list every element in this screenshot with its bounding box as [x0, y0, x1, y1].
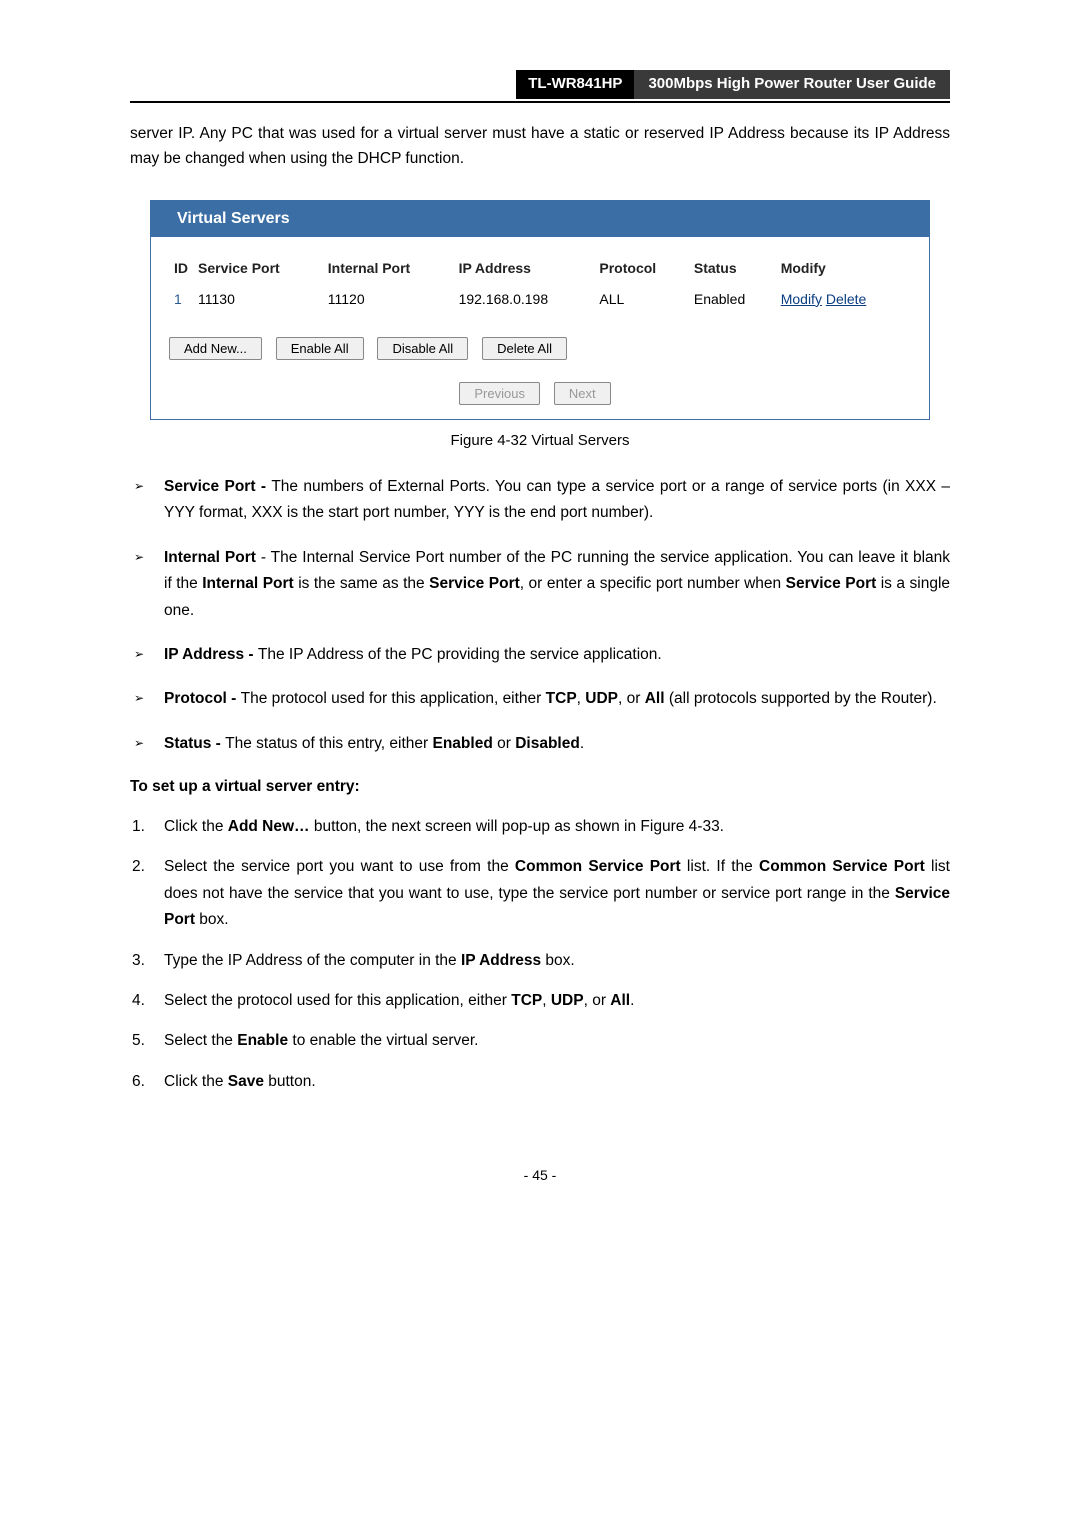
previous-button[interactable]: Previous: [459, 382, 540, 405]
add-new-button[interactable]: Add New...: [169, 337, 262, 360]
header-guide-title: 300Mbps High Power Router User Guide: [634, 70, 950, 99]
col-modify: Modify: [776, 253, 911, 284]
figure-caption: Figure 4-32 Virtual Servers: [130, 430, 950, 453]
term-label: IP Address -: [164, 646, 258, 663]
page-number: - 45 -: [130, 1165, 950, 1186]
steps-list: Click the Add New… button, the next scre…: [130, 814, 950, 1095]
col-id: ID: [169, 253, 193, 284]
nav-button-row: Previous Next: [169, 382, 911, 405]
page-header: TL-WR841HP 300Mbps High Power Router Use…: [130, 70, 950, 103]
term-label: Internal Port: [164, 549, 256, 566]
enable-all-button[interactable]: Enable All: [276, 337, 364, 360]
cell-index: 1: [169, 284, 193, 315]
step-3: Type the IP Address of the computer in t…: [130, 948, 950, 974]
cell-status: Enabled: [689, 284, 776, 315]
step-4: Select the protocol used for this applic…: [130, 988, 950, 1014]
virtual-servers-table: ID Service Port Internal Port IP Address…: [169, 253, 911, 315]
term-label: Protocol -: [164, 690, 241, 707]
cell-internal-port: 11120: [323, 284, 454, 315]
cell-modify: Modify Delete: [776, 284, 911, 315]
col-internal-port: Internal Port: [323, 253, 454, 284]
step-5: Select the Enable to enable the virtual …: [130, 1028, 950, 1054]
cell-service-port: 11130: [193, 284, 323, 315]
term-label: Service Port -: [164, 478, 271, 495]
table-header-row: ID Service Port Internal Port IP Address…: [169, 253, 911, 284]
definition-list: Service Port - The numbers of External P…: [130, 474, 950, 757]
header-model: TL-WR841HP: [516, 70, 634, 99]
next-button[interactable]: Next: [554, 382, 611, 405]
col-status: Status: [689, 253, 776, 284]
term-text: The IP Address of the PC providing the s…: [258, 646, 662, 663]
col-ip-address: IP Address: [454, 253, 595, 284]
bullet-protocol: Protocol - The protocol used for this ap…: [130, 686, 950, 712]
table-row: 1 11130 11120 192.168.0.198 ALL Enabled …: [169, 284, 911, 315]
virtual-servers-panel: Virtual Servers ID Service Port Internal…: [150, 200, 930, 420]
intro-paragraph: server IP. Any PC that was used for a vi…: [130, 121, 950, 172]
step-1: Click the Add New… button, the next scre…: [130, 814, 950, 840]
term-label: Status -: [164, 735, 225, 752]
bullet-internal-port: Internal Port - The Internal Service Por…: [130, 545, 950, 624]
col-protocol: Protocol: [594, 253, 688, 284]
modify-link[interactable]: Modify: [781, 291, 822, 307]
instruction-heading: To set up a virtual server entry:: [130, 775, 950, 798]
term-text: The numbers of External Ports. You can t…: [164, 478, 950, 521]
delete-all-button[interactable]: Delete All: [482, 337, 567, 360]
step-2: Select the service port you want to use …: [130, 854, 950, 933]
bullet-status: Status - The status of this entry, eithe…: [130, 731, 950, 757]
bullet-ip-address: IP Address - The IP Address of the PC pr…: [130, 642, 950, 668]
cell-ip-address: 192.168.0.198: [454, 284, 595, 315]
cell-protocol: ALL: [594, 284, 688, 315]
button-row: Add New... Enable All Disable All Delete…: [169, 337, 911, 360]
delete-link[interactable]: Delete: [826, 291, 866, 307]
disable-all-button[interactable]: Disable All: [377, 337, 468, 360]
step-6: Click the Save button.: [130, 1069, 950, 1095]
col-service-port: Service Port: [193, 253, 323, 284]
panel-title: Virtual Servers: [151, 201, 929, 237]
bullet-service-port: Service Port - The numbers of External P…: [130, 474, 950, 527]
